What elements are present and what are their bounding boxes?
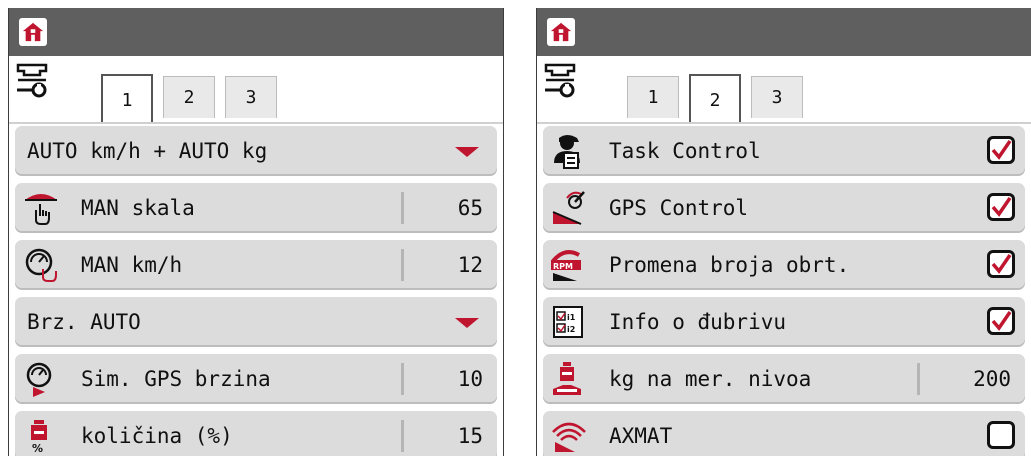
list-item-kg-level[interactable]: kg na mer. nivoa 200: [543, 354, 1025, 404]
list-item-value: 12: [457, 253, 483, 277]
tab-2[interactable]: 2: [689, 74, 741, 124]
home-button[interactable]: [19, 18, 47, 46]
machine-settings-icon: [544, 63, 576, 98]
check-icon: [991, 254, 1012, 274]
check-icon: [991, 311, 1012, 331]
fertilizer-info-icon: i1 i2: [553, 306, 583, 338]
list-item-value: 200: [973, 367, 1011, 391]
home-button[interactable]: [547, 18, 575, 46]
settings-panel-left: 1 2 3 AUTO km/h + AUTO kg MAN skala 65 M…: [8, 8, 504, 456]
speed-source-dropdown[interactable]: Brz. AUTO: [15, 297, 497, 347]
list-item-label: Info o đubrivu: [609, 310, 787, 334]
checkbox[interactable]: [987, 193, 1015, 221]
svg-text:RPM: RPM: [553, 262, 573, 271]
list-item-rpm[interactable]: RPM Promena broja obrt.: [543, 240, 1025, 290]
list-item-label: Sim. GPS brzina: [81, 367, 271, 391]
list-item-label: MAN skala: [81, 196, 195, 220]
rpm-icon: RPM: [551, 250, 581, 281]
dropdown-arrow-icon: [455, 318, 479, 328]
svg-text:i1: i1: [567, 313, 576, 322]
list-item-man-kmh[interactable]: MAN km/h 12: [15, 240, 497, 290]
tab-3[interactable]: 3: [225, 76, 277, 118]
gps-speed-icon: [26, 362, 52, 397]
list-item-label: AXMAT: [609, 424, 673, 448]
check-icon: [991, 197, 1012, 217]
list-item-label: GPS Control: [609, 196, 749, 220]
svg-text:i2: i2: [567, 325, 575, 334]
top-bar: [9, 8, 503, 56]
list-item-value: 15: [457, 424, 483, 448]
machine-settings-icon: [16, 63, 48, 98]
mode-dropdown[interactable]: AUTO km/h + AUTO kg: [15, 126, 497, 176]
operator-icon: [554, 135, 580, 169]
list-item-label: Task Control: [609, 139, 761, 163]
check-icon: [991, 140, 1012, 160]
list-item-value: 65: [457, 196, 483, 220]
dropdown-label: Brz. AUTO: [27, 310, 141, 334]
home-icon: [22, 22, 44, 42]
tab-bar: 1 2 3: [537, 56, 1031, 126]
list-item-label: količina (%): [81, 424, 233, 448]
speedometer-hand-icon: [25, 248, 57, 282]
list-item-label: MAN km/h: [81, 253, 183, 277]
list-item-man-skala[interactable]: MAN skala 65: [15, 183, 497, 233]
list-item-kolicina[interactable]: % količina (%) 15: [15, 411, 497, 456]
tab-bar: 1 2 3: [9, 56, 503, 126]
settings-panel-right: 1 2 3 Task Control GPS Control RPM Prome…: [536, 8, 1031, 456]
svg-text:%: %: [32, 442, 43, 454]
dropdown-arrow-icon: [455, 147, 479, 157]
list-item-fertilizer-info[interactable]: i1 i2 Info o đubrivu: [543, 297, 1025, 347]
tab-1[interactable]: 1: [101, 74, 153, 124]
home-icon: [550, 22, 572, 42]
axmat-icon: [552, 422, 586, 452]
checkbox[interactable]: [987, 421, 1015, 449]
list-item-value: 10: [457, 367, 483, 391]
checkbox[interactable]: [987, 136, 1015, 164]
quantity-percent-icon: %: [31, 420, 47, 454]
gps-control-icon: [552, 191, 585, 225]
list-item-label: Promena broja obrt.: [609, 253, 850, 277]
tab-2[interactable]: 2: [163, 76, 215, 118]
dropdown-label: AUTO km/h + AUTO kg: [27, 139, 268, 163]
list-item-task-control[interactable]: Task Control: [543, 126, 1025, 176]
level-kg-icon: [553, 362, 581, 395]
top-bar: [537, 8, 1031, 56]
checkbox[interactable]: [987, 307, 1015, 335]
scale-hand-icon: [25, 194, 57, 225]
tab-1[interactable]: 1: [627, 76, 679, 118]
list-item-axmat[interactable]: AXMAT: [543, 411, 1025, 456]
checkbox[interactable]: [987, 250, 1015, 278]
list-item-sim-gps[interactable]: Sim. GPS brzina 10: [15, 354, 497, 404]
list-item-gps-control[interactable]: GPS Control: [543, 183, 1025, 233]
list-item-label: kg na mer. nivoa: [609, 367, 812, 391]
tab-3[interactable]: 3: [751, 76, 803, 118]
